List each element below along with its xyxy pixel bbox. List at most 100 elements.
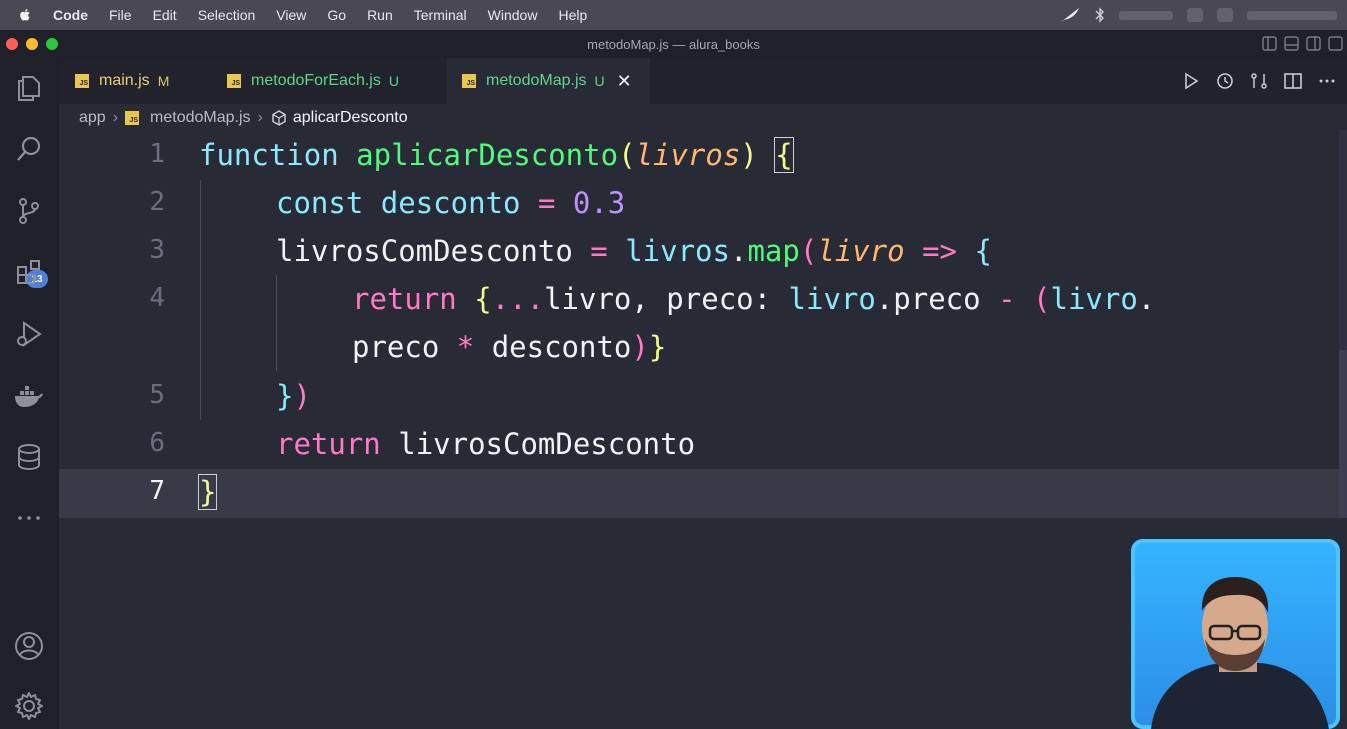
docker-icon[interactable] [13,380,45,412]
menu-run[interactable]: Run [367,7,393,23]
code-line-6: return livrosComDesconto [276,427,695,461]
vertical-scrollbar-track[interactable] [1339,130,1347,350]
account-icon[interactable] [13,630,45,662]
tab-bar: JS main.js M JS metodoForEach.js U JS me… [59,58,1347,104]
dot: . [1137,282,1156,316]
keyword: return [276,427,381,461]
close-tab-icon[interactable]: ✕ [617,71,632,92]
tab-main-js[interactable]: JS main.js M [75,58,205,104]
keyword: return [352,282,457,316]
javascript-file-icon: JS [227,74,241,88]
status-item-icon[interactable] [1187,8,1203,22]
operator: => [922,234,958,268]
extensions-icon[interactable] [13,256,45,288]
breadcrumb-file[interactable]: metodoMap.js [150,109,251,127]
presenter-video-image [1151,577,1329,729]
tab-label: metodoMap.js [486,72,587,89]
toggle-panel-icon[interactable] [1284,36,1299,51]
code-line-4: return {...livro, preco: livro .preco - (… [352,282,1155,316]
chevron-right-icon: › [112,109,119,126]
toggle-sidebar-icon[interactable] [1262,36,1277,51]
tab-status: M [157,73,170,89]
run-debug-icon[interactable] [13,318,45,350]
tab-metodomap-js[interactable]: JS metodoMap.js U ✕ [447,58,650,104]
timeline-icon[interactable] [1215,71,1235,91]
code-line-4-wrap: preco * desconto)} [352,330,666,364]
code-line-3: livrosComDesconto = livros.map(livro => … [276,234,992,268]
status-item-icon[interactable] [1247,10,1337,20]
apple-logo-icon[interactable] [17,7,33,23]
bracket: ( [799,234,818,268]
tab-metodoforeach-js[interactable]: JS metodoForEach.js U [227,58,447,104]
tab-label: metodoForEach.js [251,72,381,89]
explorer-icon[interactable] [13,72,45,104]
operator: = [590,234,608,268]
code-line-2: const desconto = 0.3 [276,186,625,220]
customize-layout-icon[interactable] [1328,36,1343,51]
menu-go[interactable]: Go [327,7,346,23]
compare-changes-icon[interactable] [1249,71,1269,91]
menu-view[interactable]: View [276,7,306,23]
keyword: function [199,138,339,172]
indent-guide [200,180,201,420]
indent-guide [276,275,277,371]
split-editor-icon[interactable] [1283,71,1303,91]
menu-file[interactable]: File [109,7,132,23]
tab-status: U [594,73,605,89]
chevron-right-icon: › [257,109,263,126]
macos-menu-bar: Code File Edit Selection View Go Run Ter… [0,0,1347,30]
code-text: .preco [875,282,981,316]
feather-icon[interactable] [1059,7,1081,23]
dot: . [729,234,748,268]
more-icon[interactable] [13,501,45,533]
object: livro [1050,282,1138,316]
database-icon[interactable] [13,441,45,473]
matched-bracket: { [774,137,794,173]
run-file-icon[interactable] [1181,71,1201,91]
gear-icon[interactable] [13,690,45,722]
javascript-file-icon: JS [462,74,476,88]
variable: livrosComDesconto [398,427,696,461]
bracket: ( [618,138,636,172]
line-number: 5 [149,380,165,410]
menu-window[interactable]: Window [488,7,538,23]
number-literal: 0.3 [572,186,626,220]
operator: - [998,282,1016,316]
spread-operator: ... [491,282,545,316]
operator: * [456,330,475,364]
bracket: { [474,282,492,316]
code-text: livro, preco: [544,282,789,316]
code-line-7: } [197,474,218,510]
parameter: livros [635,138,741,172]
menu-terminal[interactable]: Terminal [414,7,467,23]
line-number: 1 [149,139,165,169]
line-number: 3 [149,235,165,265]
bracket: ( [1033,282,1051,316]
parameter: livro [817,234,905,268]
menu-edit[interactable]: Edit [153,7,177,23]
vertical-scrollbar-thumb[interactable] [1339,350,1347,518]
code-text: desconto [474,330,632,364]
more-actions-icon[interactable] [1317,71,1337,91]
status-item-icon[interactable] [1217,8,1233,22]
menu-extras [1059,0,1337,30]
bracket: ) [631,330,649,364]
menu-selection[interactable]: Selection [198,7,256,23]
operator: = [537,186,556,220]
bluetooth-icon[interactable] [1095,7,1105,23]
breadcrumb-symbol[interactable]: aplicarDesconto [293,109,408,127]
variable: livrosComDesconto [276,234,573,268]
breadcrumb-folder[interactable]: app [79,109,106,127]
activity-bar: 13 [0,58,59,729]
current-line-number: 7 [149,476,165,506]
keyword: const [276,186,364,220]
menu-help[interactable]: Help [558,7,587,23]
source-control-icon[interactable] [13,195,45,227]
webcam-overlay [1131,539,1340,729]
bracket: { [974,234,992,268]
variable: desconto [380,186,521,220]
toggle-secondary-sidebar-icon[interactable] [1306,36,1321,51]
search-icon[interactable] [13,133,45,165]
status-item-icon[interactable] [1119,10,1173,20]
menu-code[interactable]: Code [53,7,88,23]
